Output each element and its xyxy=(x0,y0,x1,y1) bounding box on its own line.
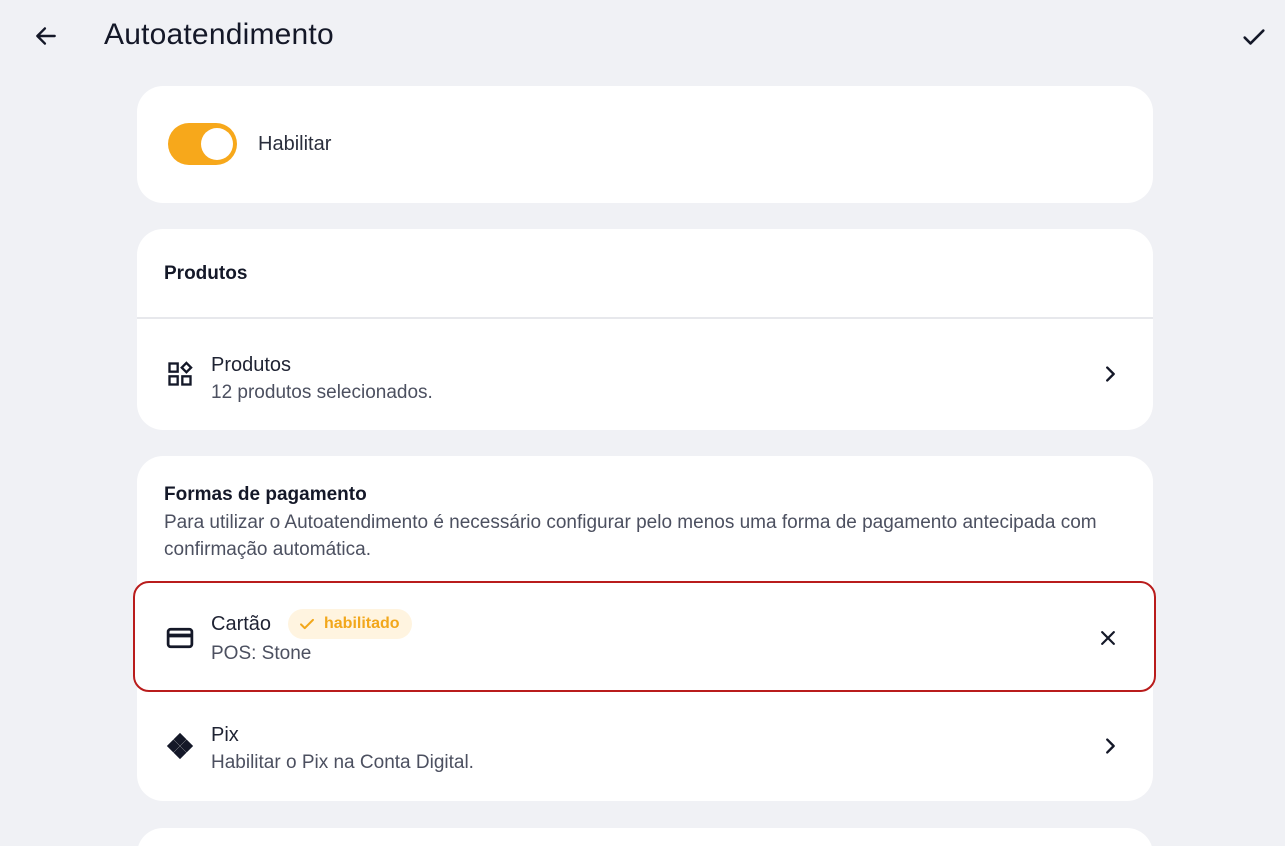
top-bar: Autoatendimento xyxy=(0,0,1285,72)
payments-description: Para utilizar o Autoatendimento é necess… xyxy=(164,512,1097,560)
products-row-subtitle: 12 produtos selecionados. xyxy=(211,382,433,403)
chevron-right-icon xyxy=(1095,731,1125,761)
pix-icon xyxy=(165,731,195,761)
status-badge-label: habilitado xyxy=(324,615,400,632)
close-icon xyxy=(1101,631,1115,645)
payment-method-card[interactable]: Cartão habilitado POS: Stone xyxy=(133,581,1156,692)
pix-title: Pix xyxy=(211,724,239,746)
products-card: Produtos Produtos 12 produtos selecionad… xyxy=(137,229,1153,430)
products-section-title: Produtos xyxy=(164,263,248,284)
enable-toggle[interactable] xyxy=(168,123,237,165)
payments-section-title: Formas de pagamento xyxy=(164,484,367,505)
products-row[interactable]: Produtos 12 produtos selecionados. xyxy=(137,319,1153,430)
pix-subtitle: Habilitar o Pix na Conta Digital. xyxy=(211,752,474,773)
toggle-knob xyxy=(201,128,233,160)
check-icon xyxy=(300,618,314,630)
enable-label: Habilitar xyxy=(258,133,332,155)
confirm-button[interactable] xyxy=(1237,20,1271,54)
enable-card: Habilitar xyxy=(137,86,1153,203)
grid-shapes-icon xyxy=(165,359,195,389)
payment-method-pix[interactable]: Pix Habilitar o Pix na Conta Digital. xyxy=(137,694,1153,801)
arrow-left-icon xyxy=(36,27,56,45)
check-icon xyxy=(1243,29,1265,45)
credit-card-icon xyxy=(165,623,195,653)
chevron-right-icon xyxy=(1095,359,1125,389)
products-row-title: Produtos xyxy=(211,354,292,376)
next-card xyxy=(137,828,1153,846)
page-title: Autoatendimento xyxy=(104,18,334,51)
status-badge: habilitado xyxy=(288,609,412,639)
card-title: Cartão xyxy=(211,613,272,635)
card-subtitle: POS: Stone xyxy=(211,643,312,664)
back-button[interactable] xyxy=(30,20,62,52)
remove-card-button[interactable] xyxy=(1093,623,1123,653)
